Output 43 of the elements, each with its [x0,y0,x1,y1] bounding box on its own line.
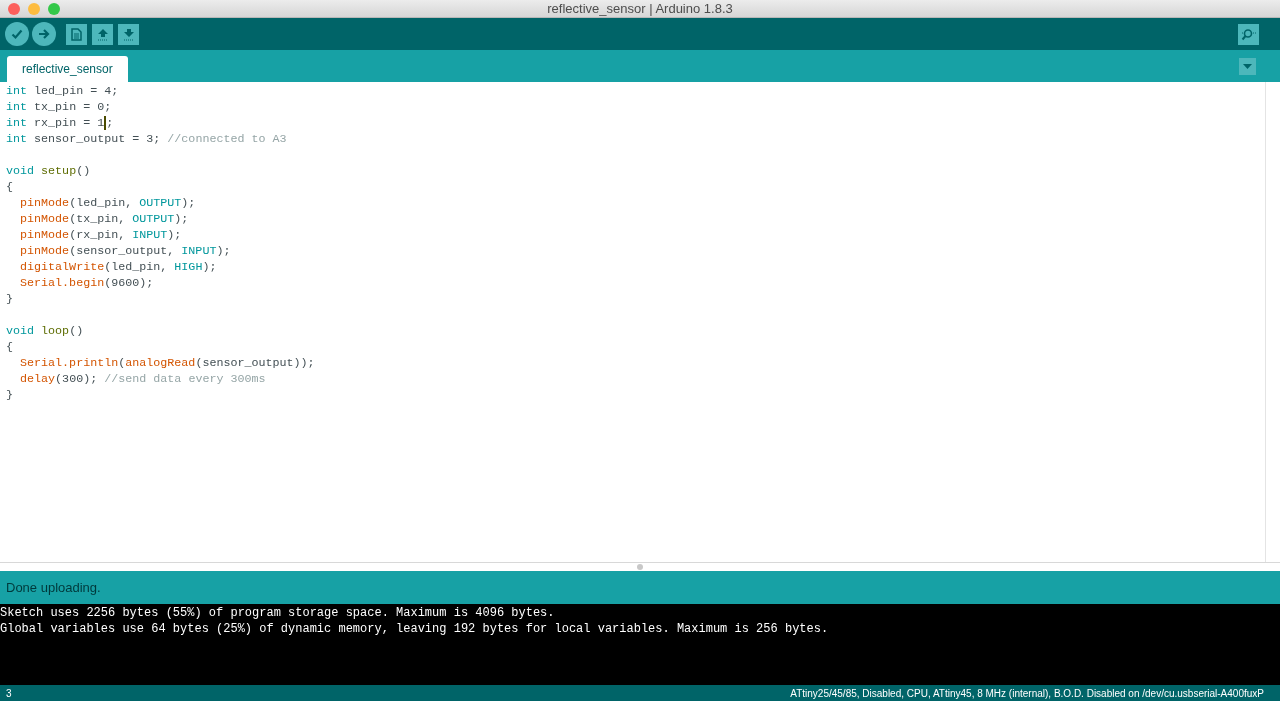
code-line: { [6,179,13,195]
checkmark-icon [11,28,23,40]
close-window-button[interactable] [8,2,20,15]
magnifier-icon [1241,27,1256,41]
verify-button[interactable] [5,22,29,46]
zoom-window-button[interactable] [48,2,60,15]
document-icon [71,27,82,41]
code-line: pinMode(led_pin, OUTPUT); [19,195,196,211]
code-line: int sensor_output = 3; //connected to A3 [6,131,287,147]
code-line: } [6,387,13,403]
window-title: reflective_sensor | Arduino 1.8.3 [547,2,733,15]
code-line: Serial.println(analogRead(sensor_output)); [19,355,315,371]
open-button[interactable] [92,23,113,45]
code-line: delay(300); //send data every 300ms [19,371,266,387]
code-line: pinMode(rx_pin, INPUT); [19,227,182,243]
splitter-handle[interactable] [637,564,643,570]
line-number: 3 [6,686,12,701]
code-line: digitalWrite(led_pin, HIGH); [19,259,217,275]
up-arrow-icon [96,27,109,41]
board-info: ATtiny25/45/85, Disabled, CPU, ATtiny45, 8 MHz (internal), B.O.D. Disabled on /dev/cu.usbserial-A400fuxP [790,686,1264,701]
down-arrow-icon [122,27,135,41]
new-button[interactable] [66,23,87,45]
code-line: int led_pin = 4; [6,83,119,99]
right-arrow-icon [38,28,50,40]
sketch-tab[interactable]: reflective_sensor [7,56,128,82]
code-line: int rx_pin = 1 ; [6,115,114,131]
tab-menu-button[interactable] [1239,58,1256,75]
caret-icon [1243,64,1252,69]
code-line: pinMode(sensor_output, INPUT); [19,243,231,259]
save-button[interactable] [118,23,139,45]
status-message: Done uploading. [6,578,101,597]
console-line: Global variables use 64 bytes (25%) of dynamic memory, leaving 192 bytes for local variables. Maximum is 256 bytes. [0,621,829,637]
code-line: { [6,339,13,355]
code-line: int tx_pin = 0; [6,99,112,115]
console-line: Sketch uses 2256 bytes (55%) of program storage space. Maximum is 4096 bytes. [0,605,555,621]
code-line: Serial.begin(9600); [19,275,154,291]
code-line: void setup() [6,163,91,179]
code-line: } [6,291,13,307]
code-line: void loop() [6,323,84,339]
serial-monitor-button[interactable] [1238,23,1259,45]
text-cursor [104,115,107,130]
upload-button[interactable] [32,22,56,46]
code-line: pinMode(tx_pin, OUTPUT); [19,211,189,227]
